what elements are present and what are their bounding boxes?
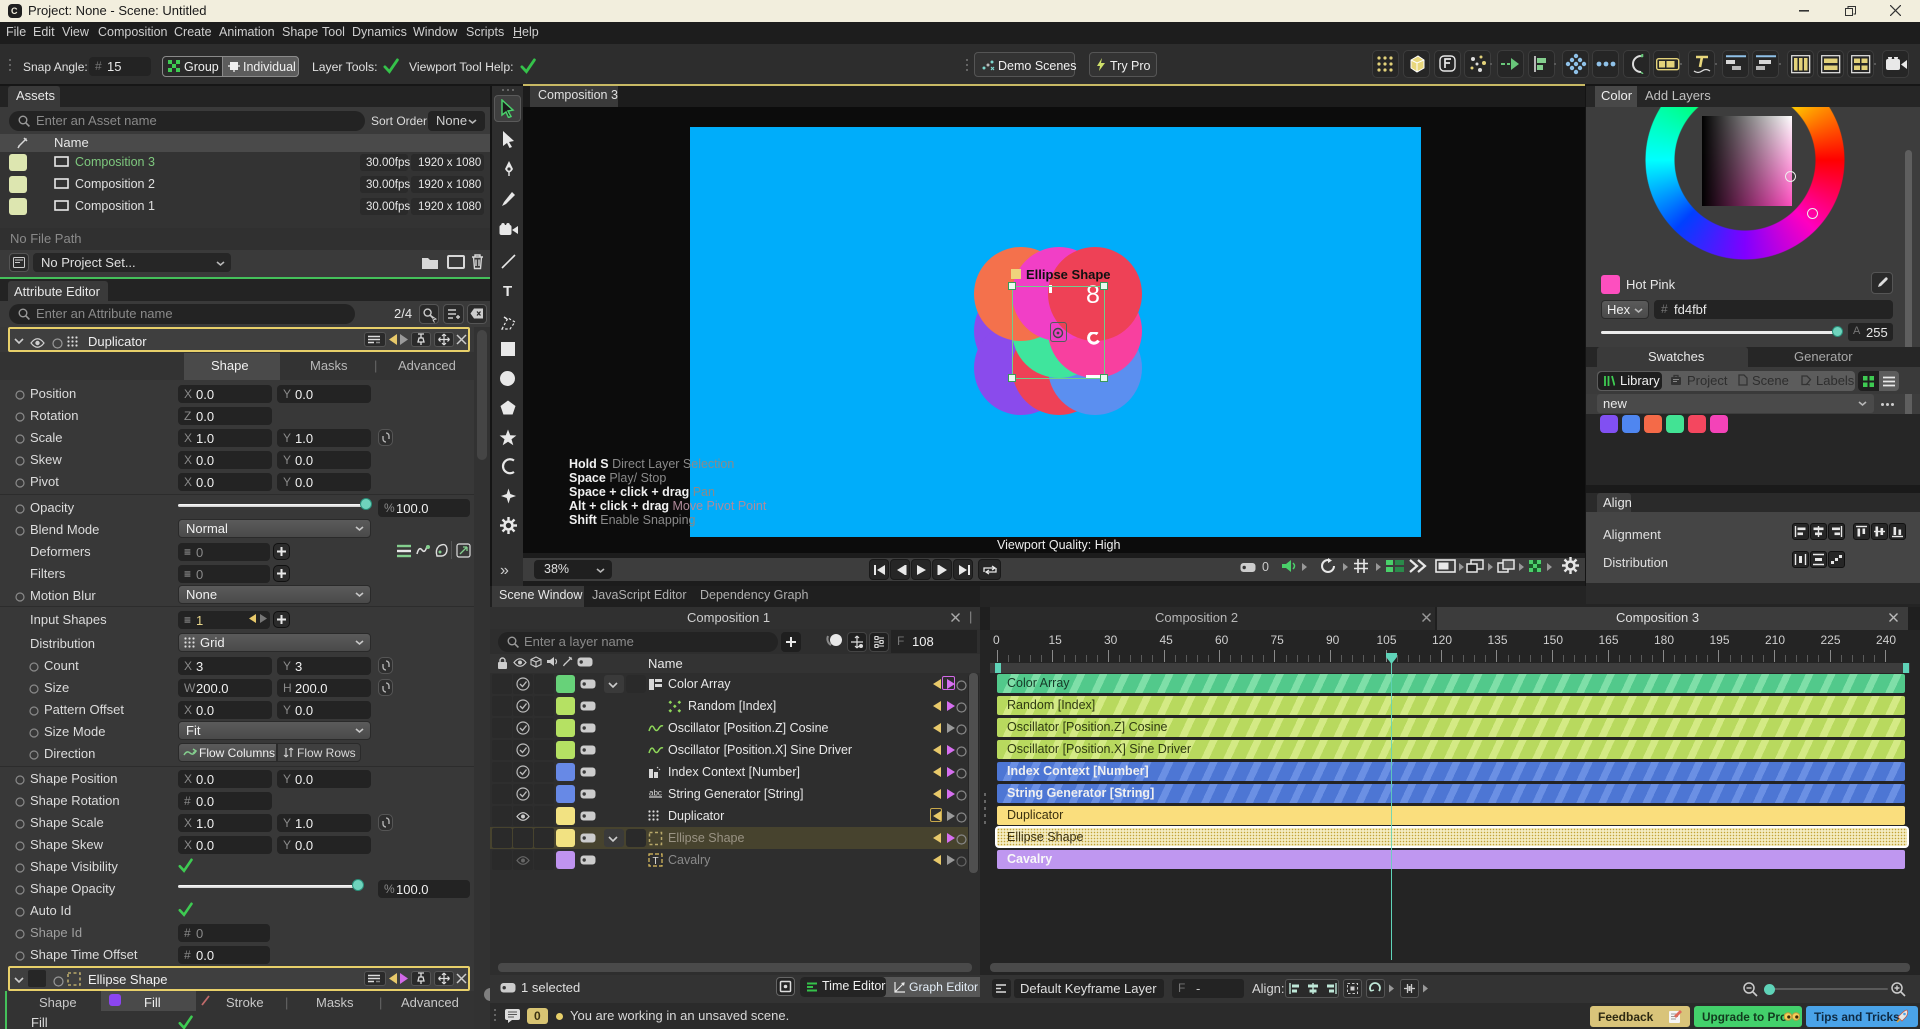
svg-text:abc: abc bbox=[649, 789, 662, 798]
svg-text:T: T bbox=[653, 856, 659, 867]
